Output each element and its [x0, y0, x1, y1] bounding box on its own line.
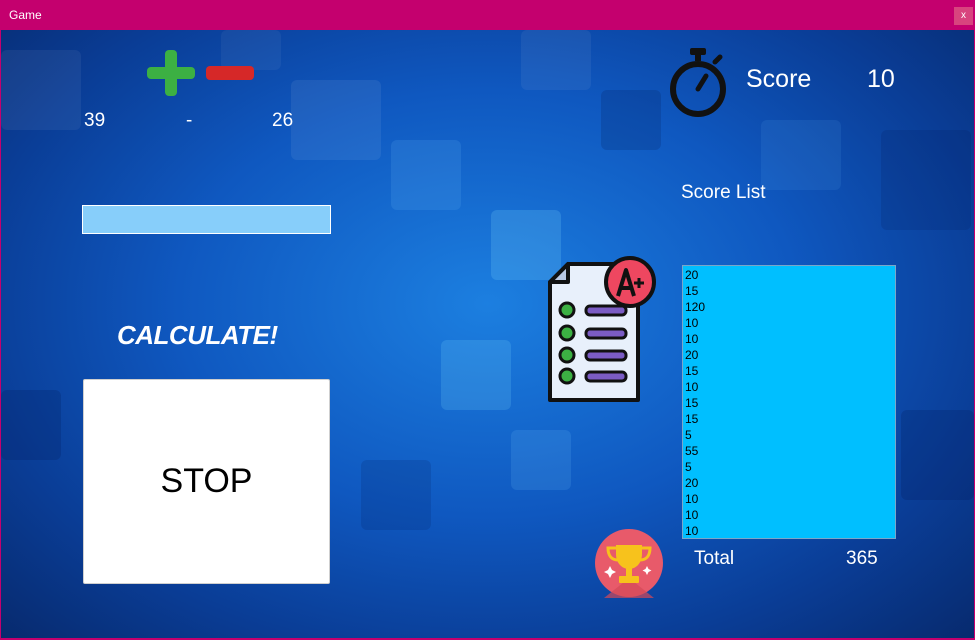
answer-input[interactable]	[82, 205, 331, 234]
score-value: 10	[867, 65, 895, 93]
stop-button[interactable]: STOP	[83, 379, 330, 584]
score-list[interactable]: 20 15 120 10 10 20 15 10 15 15 5 55 5 20 10 10 10	[682, 265, 896, 539]
stopwatch-icon	[670, 48, 726, 117]
score-list-item[interactable]: 15	[685, 363, 893, 379]
score-list-item[interactable]: 55	[685, 443, 893, 459]
score-list-item[interactable]: 20	[685, 267, 893, 283]
score-list-item[interactable]: 10	[685, 315, 893, 331]
score-list-item[interactable]: 10	[685, 379, 893, 395]
bg-square	[1, 390, 61, 460]
bg-square	[1, 50, 81, 130]
score-label: Score	[746, 65, 812, 93]
bg-square	[291, 80, 381, 160]
score-list-item[interactable]: 15	[685, 283, 893, 299]
score-list-item[interactable]: 120	[685, 299, 893, 315]
score-list-item[interactable]: 5	[685, 459, 893, 475]
game-canvas: 39 - 26 CALCULATE! STOP Score 10 Score L…	[1, 30, 974, 638]
score-list-item[interactable]: 10	[685, 523, 893, 538]
minus-icon	[206, 66, 254, 80]
bg-square	[901, 410, 974, 500]
bg-square	[881, 130, 971, 230]
score-list-label: Score List	[681, 182, 766, 203]
first-number: 39	[84, 110, 106, 131]
title-bar: Game x	[0, 0, 975, 30]
second-number: 26	[272, 110, 294, 131]
bg-square	[521, 30, 591, 90]
bg-square	[391, 140, 461, 210]
calculate-label: CALCULATE!	[117, 320, 278, 350]
bg-square	[361, 460, 431, 530]
bg-square	[221, 30, 281, 70]
close-button[interactable]: x	[954, 7, 973, 25]
score-list-item[interactable]: 10	[685, 331, 893, 347]
score-list-item[interactable]: 5	[685, 427, 893, 443]
score-list-item[interactable]: 10	[685, 491, 893, 507]
total-value: 365	[846, 548, 878, 569]
grade-checklist-icon	[548, 256, 656, 402]
bg-square	[441, 340, 511, 410]
trophy-icon	[595, 529, 663, 598]
bg-square	[761, 120, 841, 190]
bg-square	[511, 430, 571, 490]
score-list-item[interactable]: 20	[685, 347, 893, 363]
plus-icon	[147, 50, 195, 96]
score-list-item[interactable]: 10	[685, 507, 893, 523]
window-title: Game	[9, 8, 42, 22]
score-list-item[interactable]: 15	[685, 395, 893, 411]
total-label: Total	[694, 548, 735, 569]
bg-square	[601, 90, 661, 150]
operator-sign: -	[186, 110, 193, 131]
score-list-item[interactable]: 20	[685, 475, 893, 491]
score-list-item[interactable]: 15	[685, 411, 893, 427]
